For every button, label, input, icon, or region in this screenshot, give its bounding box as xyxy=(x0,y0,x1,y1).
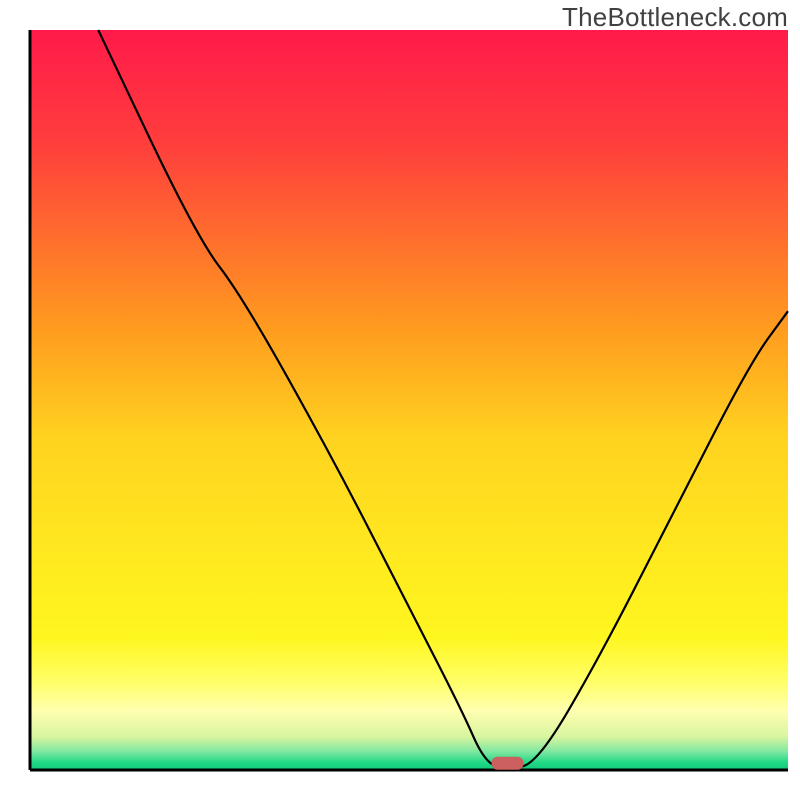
chart-svg xyxy=(0,0,800,800)
bottleneck-chart: TheBottleneck.com xyxy=(0,0,800,800)
plot-background xyxy=(30,30,788,770)
watermark-text: TheBottleneck.com xyxy=(562,2,788,33)
optimal-marker xyxy=(492,757,524,770)
